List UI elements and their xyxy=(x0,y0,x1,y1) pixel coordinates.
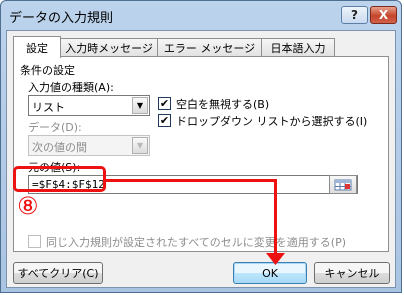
checkmark-icon: ✔ xyxy=(159,97,170,110)
criteria-group-label: 条件の設定 xyxy=(20,64,75,77)
chevron-down-icon: ▼ xyxy=(132,137,148,154)
close-button[interactable]: X xyxy=(370,6,397,24)
allow-select-value: リスト xyxy=(32,101,65,114)
title-bar: データの入力規則 ? X xyxy=(1,1,401,31)
settings-panel: 条件の設定 入力値の種類(A): リスト ▼ ✔ 空白を無視する(B) ✔ ドロ… xyxy=(13,56,389,252)
tab-settings[interactable]: 設定 xyxy=(13,36,61,58)
dialog-client-area: 設定 入力時メッセージ エラー メッセージ 日本語入力 条件の設定 入力値の種類… xyxy=(6,30,396,288)
dropdown-list-checkbox[interactable]: ✔ xyxy=(158,114,171,127)
apply-all-checkbox[interactable] xyxy=(28,235,41,248)
clear-all-button[interactable]: すべてクリア(C) xyxy=(13,262,103,284)
ignore-blank-checkbox[interactable]: ✔ xyxy=(158,97,171,110)
checkmark-icon: ✔ xyxy=(159,114,170,127)
annotation-arrow-horizontal xyxy=(104,179,277,182)
apply-all-label: 同じ入力規則が設定されたすべてのセルに変更を適用する(P) xyxy=(46,236,347,249)
allow-select[interactable]: リスト ▼ xyxy=(28,95,150,116)
window-title: データの入力規則 xyxy=(9,11,114,26)
annotation-arrowhead-icon xyxy=(266,253,285,265)
tab-input-message[interactable]: 入力時メッセージ xyxy=(60,38,158,56)
range-select-icon[interactable] xyxy=(329,175,357,194)
data-select-value: 次の値の間 xyxy=(32,141,87,154)
data-select: 次の値の間 ▼ xyxy=(28,135,150,156)
annotation-step-number: ⑧ xyxy=(17,192,39,220)
allow-label: 入力値の種類(A): xyxy=(28,81,114,94)
annotation-highlight-box xyxy=(13,166,106,192)
ok-button[interactable]: OK xyxy=(233,262,307,284)
data-label: データ(D): xyxy=(28,121,82,134)
dialog-window: データの入力規則 ? X 設定 入力時メッセージ エラー メッセージ 日本語入力… xyxy=(0,0,402,293)
ignore-blank-label: 空白を無視する(B) xyxy=(176,98,270,111)
tab-japanese-input[interactable]: 日本語入力 xyxy=(261,38,335,56)
help-button[interactable]: ? xyxy=(341,6,368,24)
cancel-button[interactable]: キャンセル xyxy=(314,262,390,284)
dropdown-list-label: ドロップダウン リストから選択する(I) xyxy=(176,115,368,128)
tab-error-message[interactable]: エラー メッセージ xyxy=(157,38,262,56)
chevron-down-icon[interactable]: ▼ xyxy=(132,97,148,114)
annotation-arrow-vertical xyxy=(274,179,277,259)
